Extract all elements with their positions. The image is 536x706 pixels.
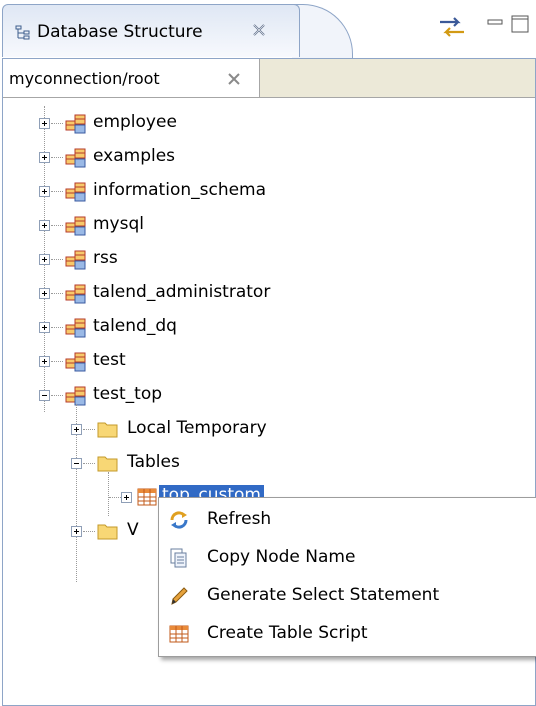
- tree-connector: [51, 293, 63, 294]
- tree-item-label: information_schema: [93, 180, 267, 200]
- tree-item-label: examples: [93, 146, 176, 166]
- tree-connector: [51, 157, 63, 158]
- folder-icon: [97, 456, 118, 472]
- database-icon: [65, 352, 86, 372]
- tree-item-talend-dq[interactable]: talend_dq: [3, 311, 403, 345]
- link-with-editor-icon[interactable]: [438, 14, 466, 40]
- context-menu: Refresh Copy Node Name Generate Select S…: [158, 497, 536, 657]
- tree-item-label: Local Temporary: [127, 418, 267, 438]
- collapse-toggle[interactable]: [39, 390, 50, 401]
- expand-toggle[interactable]: [71, 424, 82, 435]
- expand-toggle[interactable]: [71, 526, 82, 537]
- menu-item-label: Refresh: [207, 509, 272, 529]
- tree-item-information-schema[interactable]: information_schema: [3, 175, 403, 209]
- table-icon: [169, 625, 189, 643]
- view-header: Database Structure: [0, 0, 536, 59]
- tree-connector: [83, 463, 95, 464]
- view-tab-curve: [292, 4, 353, 59]
- close-view-icon[interactable]: [251, 22, 267, 38]
- tree-connector: [51, 395, 63, 396]
- close-tab-icon[interactable]: [226, 71, 242, 87]
- folder-icon: [97, 422, 118, 438]
- database-structure-icon: [15, 25, 30, 40]
- tree-connector: [51, 259, 63, 260]
- tree-item-examples[interactable]: examples: [3, 141, 403, 175]
- connection-tab[interactable]: myconnection/root: [3, 59, 260, 97]
- menu-item-label: Copy Node Name: [207, 547, 356, 567]
- expand-toggle[interactable]: [39, 118, 50, 129]
- tree-connector: [83, 429, 95, 430]
- tree-item-rss[interactable]: rss: [3, 243, 403, 277]
- menu-item-copy-node-name[interactable]: Copy Node Name: [159, 538, 536, 576]
- tree-item-label: talend_dq: [93, 316, 177, 336]
- tree-item-label: rss: [93, 248, 118, 268]
- tree-item-label: employee: [93, 112, 177, 132]
- expand-toggle[interactable]: [39, 356, 50, 367]
- tree-connector: [51, 225, 63, 226]
- tree-item-mysql[interactable]: mysql: [3, 209, 403, 243]
- database-icon: [65, 148, 86, 168]
- tree-item-label: talend_administrator: [93, 282, 271, 302]
- tree-connector: [51, 361, 63, 362]
- table-icon: [137, 488, 157, 506]
- refresh-icon: [170, 511, 188, 529]
- tree-item-label: Tables: [127, 452, 180, 472]
- menu-item-refresh[interactable]: Refresh: [159, 500, 536, 538]
- database-icon: [65, 182, 86, 202]
- menu-item-label: Generate Select Statement: [207, 585, 440, 605]
- expand-toggle[interactable]: [39, 288, 50, 299]
- tree-item-views[interactable]: V: [3, 515, 163, 549]
- menu-item-create-table-script[interactable]: Create Table Script: [159, 614, 536, 652]
- tree-item-label: mysql: [93, 214, 144, 234]
- tree-connector: [51, 327, 63, 328]
- view-title: Database Structure: [37, 22, 203, 42]
- tree-connector: [51, 191, 63, 192]
- tree-item-employee[interactable]: employee: [3, 107, 403, 141]
- connection-tab-label: myconnection/root: [9, 69, 160, 88]
- expand-toggle[interactable]: [121, 492, 132, 503]
- tree-item-talend-administrator[interactable]: talend_administrator: [3, 277, 403, 311]
- editor-tabstrip: myconnection/root: [3, 59, 535, 98]
- tree-item-test-top[interactable]: test_top: [3, 379, 403, 413]
- database-icon: [65, 114, 86, 134]
- expand-toggle[interactable]: [39, 254, 50, 265]
- expand-toggle[interactable]: [39, 152, 50, 163]
- tree-item-label: test: [93, 350, 126, 370]
- menu-item-generate-select-statement[interactable]: Generate Select Statement: [159, 576, 536, 614]
- expand-toggle[interactable]: [39, 186, 50, 197]
- expand-toggle[interactable]: [39, 322, 50, 333]
- database-icon: [65, 318, 86, 338]
- tree-item-label: test_top: [93, 384, 163, 404]
- tree-item-test[interactable]: test: [3, 345, 403, 379]
- folder-icon: [97, 524, 118, 540]
- tree-connector: [83, 531, 95, 532]
- tree-item-tables[interactable]: Tables: [3, 447, 403, 481]
- tree-connector: [51, 123, 63, 124]
- database-icon: [65, 284, 86, 304]
- tree-item-label: V: [127, 520, 139, 540]
- menu-item-label: Create Table Script: [207, 623, 368, 643]
- database-icon: [65, 216, 86, 236]
- database-structure-view-tab[interactable]: Database Structure: [2, 4, 300, 57]
- copy-icon: [170, 548, 187, 568]
- tree-connector: [109, 497, 121, 498]
- expand-toggle[interactable]: [39, 220, 50, 231]
- collapse-toggle[interactable]: [71, 458, 82, 469]
- tree-item-local-temporary[interactable]: Local Temporary: [3, 413, 403, 447]
- maximize-icon[interactable]: [510, 14, 530, 34]
- minimize-icon[interactable]: [486, 14, 504, 32]
- database-icon: [65, 250, 86, 270]
- pencil-icon: [171, 587, 188, 605]
